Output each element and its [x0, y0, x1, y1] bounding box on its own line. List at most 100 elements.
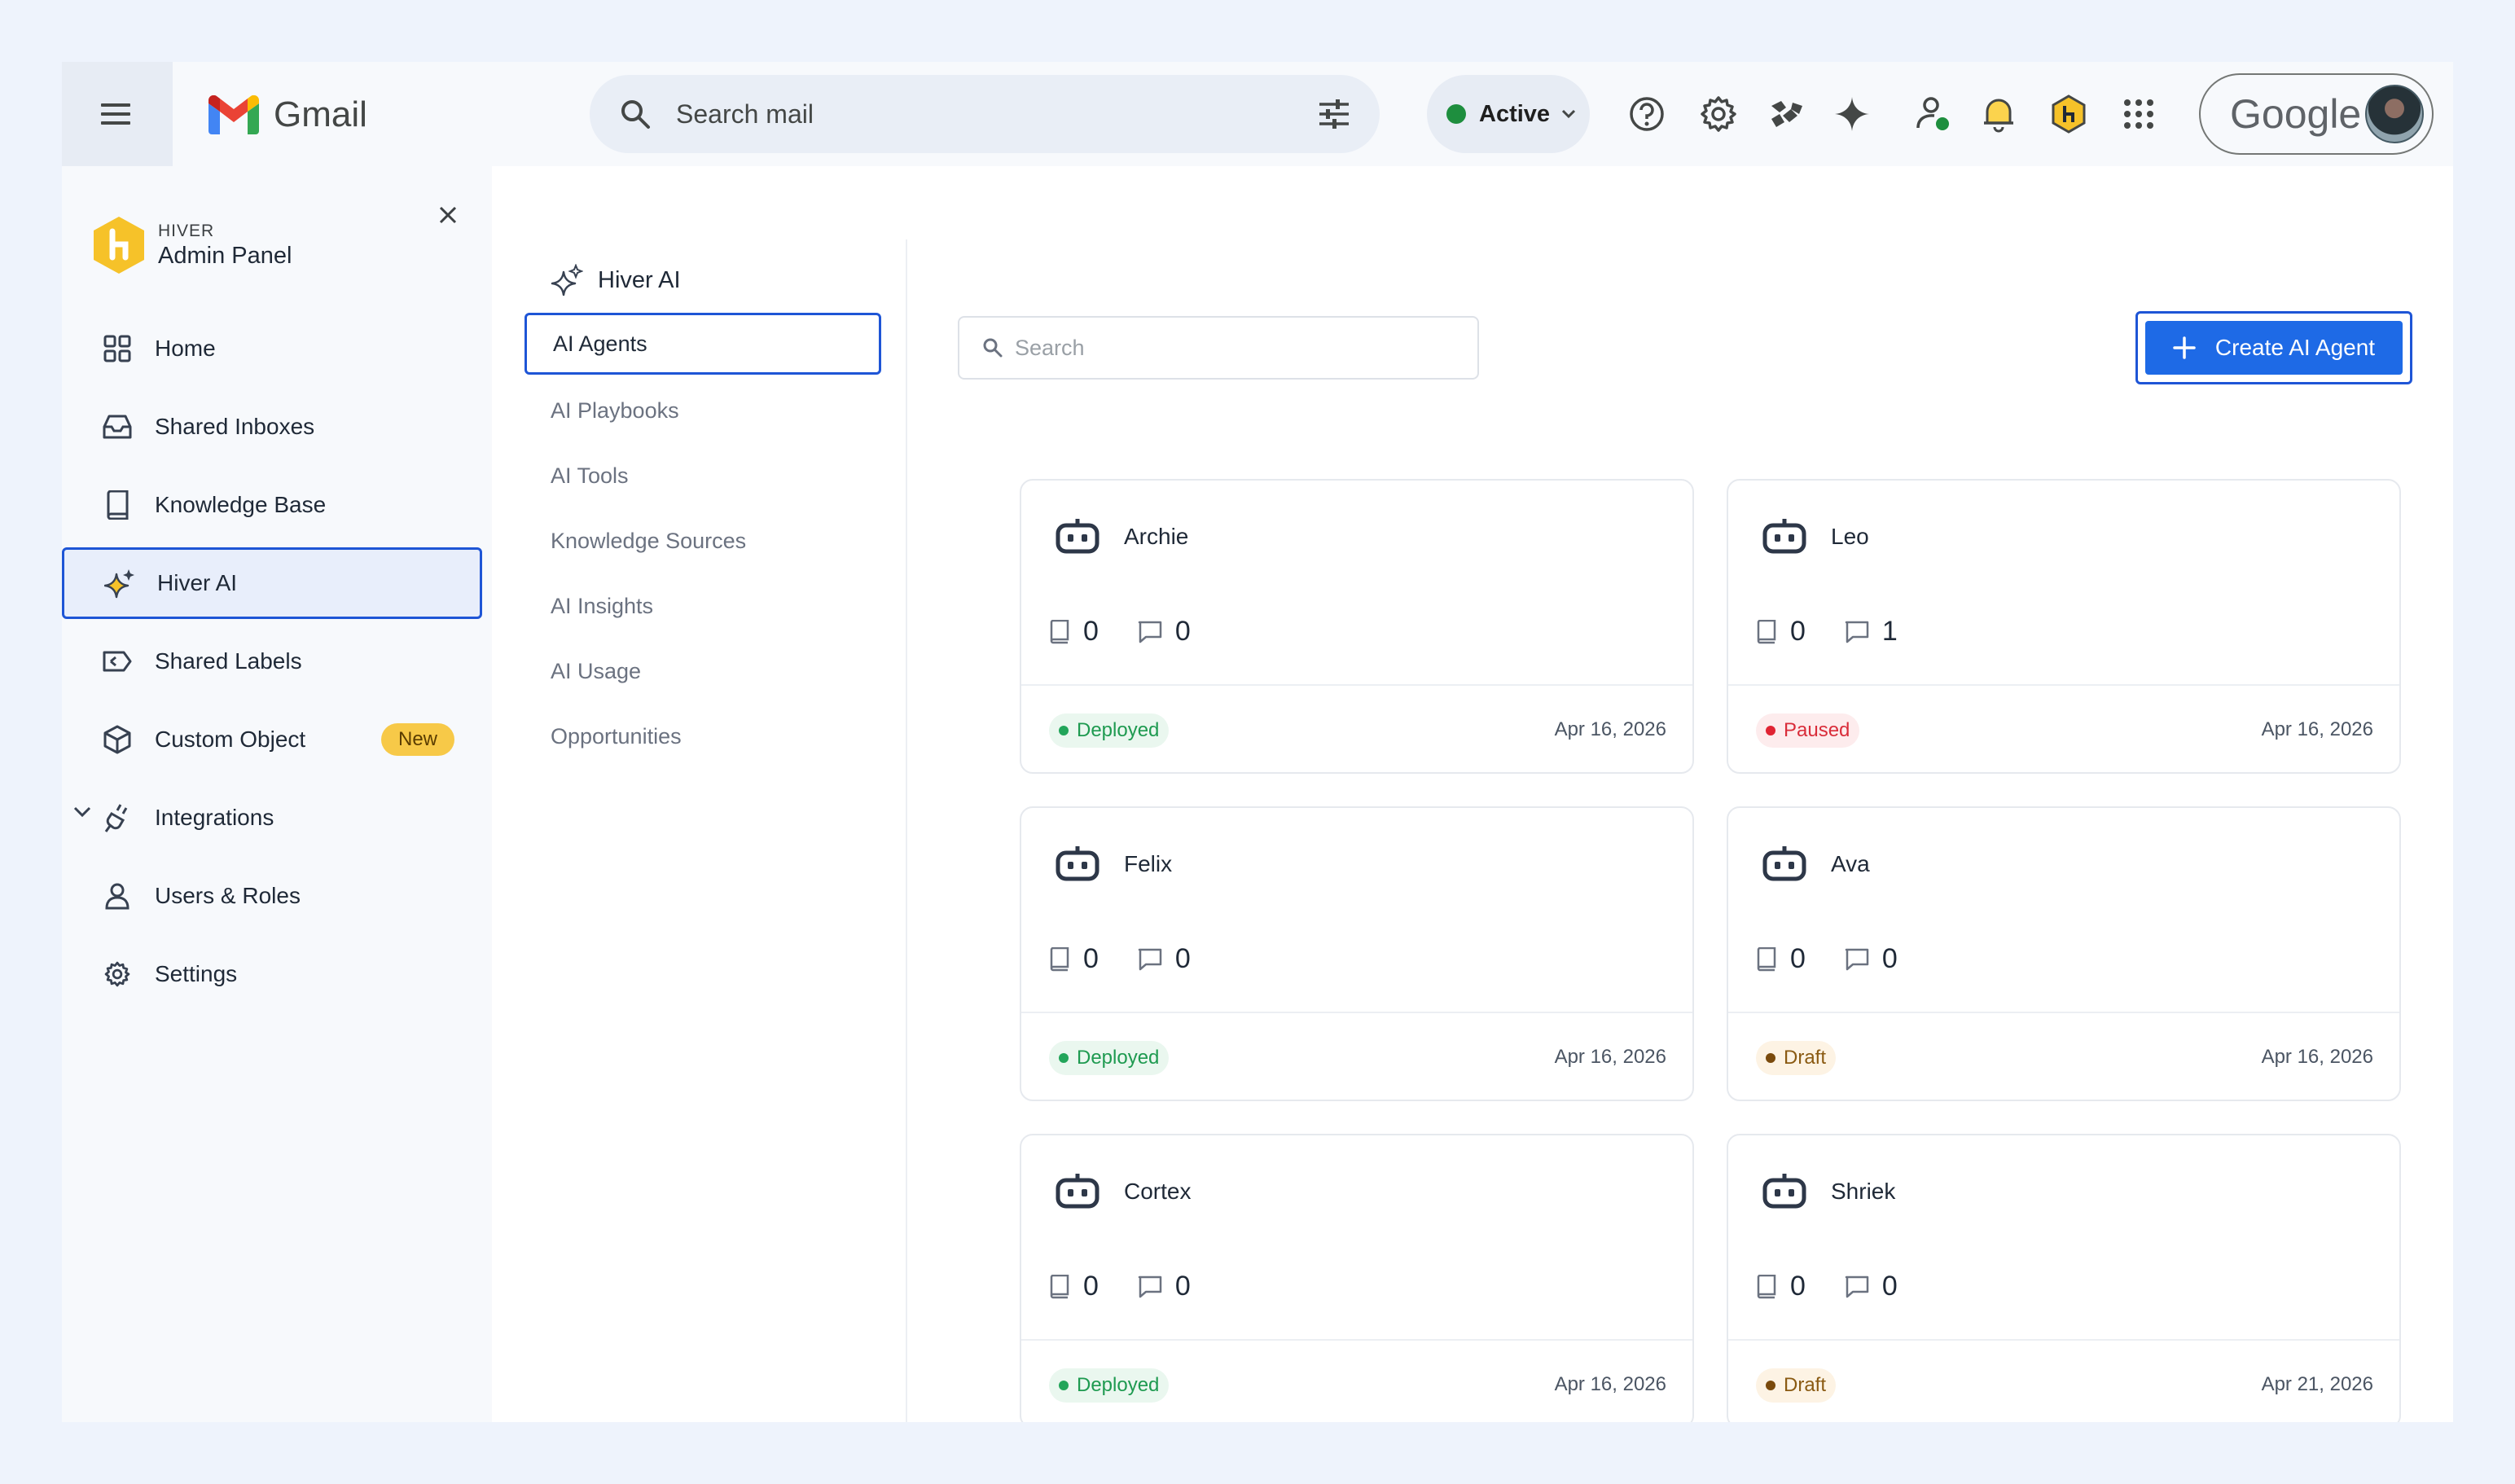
agent-search-input[interactable]	[1015, 335, 1477, 361]
sidebar-item-integrations[interactable]: Integrations	[62, 782, 492, 854]
hiver-ai-subnav: Hiver AI AI Agents AI Playbooks AI Tools…	[525, 248, 881, 769]
sidebar-item-settings[interactable]: Settings	[62, 938, 492, 1010]
kb-count: 0	[1083, 943, 1099, 974]
hiver-hex-icon	[2052, 94, 2086, 134]
robot-icon	[1056, 519, 1099, 554]
status-label: Active	[1479, 100, 1551, 127]
chat-count: 0	[1174, 1271, 1191, 1302]
sidebar-item-label: Hiver AI	[157, 570, 238, 595]
sidebar-item-home[interactable]: Home	[62, 313, 492, 384]
hiver-logo-icon	[94, 217, 144, 274]
search-icon[interactable]	[619, 98, 652, 130]
sidebar-nav: Home Shared Inboxes Knowledge Base Hiver…	[62, 313, 492, 1016]
avatar[interactable]	[2365, 85, 2424, 143]
create-ai-agent-label: Create AI Agent	[2214, 335, 2376, 360]
sidebar-item-users-roles[interactable]: Users & Roles	[62, 860, 492, 932]
inbox-icon	[103, 415, 132, 439]
status-selector[interactable]: Active	[1427, 75, 1590, 153]
agent-name: Leo	[1831, 524, 1869, 549]
hiver-extension-button[interactable]	[2049, 94, 2088, 134]
sparkle-icon	[104, 569, 134, 599]
sidebar-item-label: Knowledge Base	[155, 492, 327, 517]
sidebar-item-shared-inboxes[interactable]: Shared Inboxes	[62, 391, 492, 463]
agent-card[interactable]: Ava 0 0 Draft Apr 16, 2026	[1727, 806, 2401, 1101]
agent-search-box[interactable]	[958, 316, 1479, 380]
create-ai-agent-button[interactable]: Create AI Agent	[2145, 321, 2403, 375]
sparkle-outline-icon	[551, 264, 583, 296]
sidebar-item-hiver-ai[interactable]: Hiver AI	[62, 547, 482, 619]
agent-card[interactable]: Cortex 0 0 Deployed Apr 16, 2026	[1020, 1134, 1694, 1422]
agent-card[interactable]: Archie 0 0 Deployed Apr 16, 2026	[1020, 479, 1694, 774]
book-icon	[1757, 946, 1776, 971]
book-icon	[1050, 619, 1069, 643]
google-account-label: Google	[2230, 91, 2362, 137]
close-icon	[439, 206, 457, 224]
notifications-button[interactable]	[1979, 94, 2018, 134]
subnav-item-ai-agents[interactable]: AI Agents	[525, 313, 881, 375]
sidebar-item-knowledge-base[interactable]: Knowledge Base	[62, 469, 492, 541]
subnav-item-opportunities[interactable]: Opportunities	[525, 704, 881, 769]
sidebar-item-shared-labels[interactable]: Shared Labels	[62, 626, 492, 697]
gemini-button[interactable]	[1832, 94, 1872, 134]
kb-count: 0	[1083, 616, 1099, 647]
close-panel-button[interactable]	[433, 200, 463, 230]
subnav-item-ai-usage[interactable]: AI Usage	[525, 639, 881, 704]
contacts-status-button[interactable]	[1914, 94, 1953, 134]
agent-card[interactable]: Shriek 0 0 Draft Apr 21, 2026	[1727, 1134, 2401, 1422]
chat-count: 0	[1881, 1271, 1898, 1302]
status-badge: Deployed	[1049, 1041, 1170, 1075]
sidebar-item-label: Home	[155, 336, 216, 361]
chat-count: 0	[1881, 943, 1898, 974]
sidebar-item-label: Shared Inboxes	[155, 414, 315, 439]
book-icon	[1757, 1274, 1776, 1298]
main-menu-button[interactable]	[62, 62, 173, 166]
chat-icon	[1845, 948, 1869, 970]
agent-card[interactable]: Felix 0 0 Deployed Apr 16, 2026	[1020, 806, 1694, 1101]
mail-search-input[interactable]	[676, 99, 1318, 130]
robot-icon	[1762, 519, 1806, 554]
google-account-button[interactable]: Google	[2199, 73, 2434, 155]
brand-eyebrow: HIVER	[158, 221, 215, 240]
mail-search-bar[interactable]	[590, 75, 1380, 153]
agent-date: Apr 16, 2026	[1554, 1373, 1666, 1395]
apps-launcher-button[interactable]	[2119, 94, 2158, 134]
extension-button[interactable]	[1767, 94, 1806, 134]
subnav-item-ai-insights[interactable]: AI Insights	[525, 573, 881, 639]
book-icon	[1050, 946, 1069, 971]
brand-title: Admin Panel	[158, 242, 292, 269]
subnav-item-ai-playbooks[interactable]: AI Playbooks	[525, 378, 881, 443]
search-options-icon[interactable]	[1318, 99, 1350, 129]
hiver-brand: HIVER Admin Panel	[91, 215, 292, 275]
gmail-topbar: Gmail Active	[62, 62, 2453, 166]
kb-count: 0	[1790, 1271, 1806, 1302]
subnav-item-ai-tools[interactable]: AI Tools	[525, 443, 881, 508]
sidebar-item-custom-object[interactable]: Custom Object New	[62, 704, 492, 775]
sidebar-item-label: Integrations	[155, 805, 274, 830]
agent-date: Apr 16, 2026	[1554, 718, 1666, 740]
agent-card[interactable]: Leo 0 1 Paused Apr 16, 2026	[1727, 479, 2401, 774]
bell-icon	[1984, 99, 2013, 133]
agent-name: Cortex	[1124, 1179, 1192, 1204]
agent-name: Shriek	[1831, 1179, 1896, 1204]
robot-icon	[1762, 846, 1806, 881]
status-dot	[1446, 104, 1466, 124]
app-window: Gmail Active	[62, 62, 2453, 1422]
book-icon	[107, 490, 129, 520]
gmail-logo[interactable]: Gmail	[208, 94, 367, 135]
subnav-item-knowledge-sources[interactable]: Knowledge Sources	[525, 508, 881, 573]
help-button[interactable]	[1627, 94, 1666, 134]
puzzle-icon	[1771, 101, 1802, 127]
new-badge: New	[381, 723, 454, 756]
status-badge: Deployed	[1049, 713, 1170, 748]
robot-icon	[1056, 846, 1099, 881]
settings-button[interactable]	[1699, 94, 1738, 134]
chevron-down-icon[interactable]	[73, 806, 91, 818]
plus-icon	[2173, 336, 2196, 359]
plug-icon	[104, 804, 128, 832]
search-icon	[983, 338, 1003, 358]
help-icon	[1630, 97, 1664, 131]
subnav-heading-label: Hiver AI	[598, 266, 681, 293]
cube-icon	[103, 725, 131, 754]
agent-date: Apr 16, 2026	[2261, 1046, 2373, 1068]
chevron-down-icon	[1561, 109, 1576, 119]
